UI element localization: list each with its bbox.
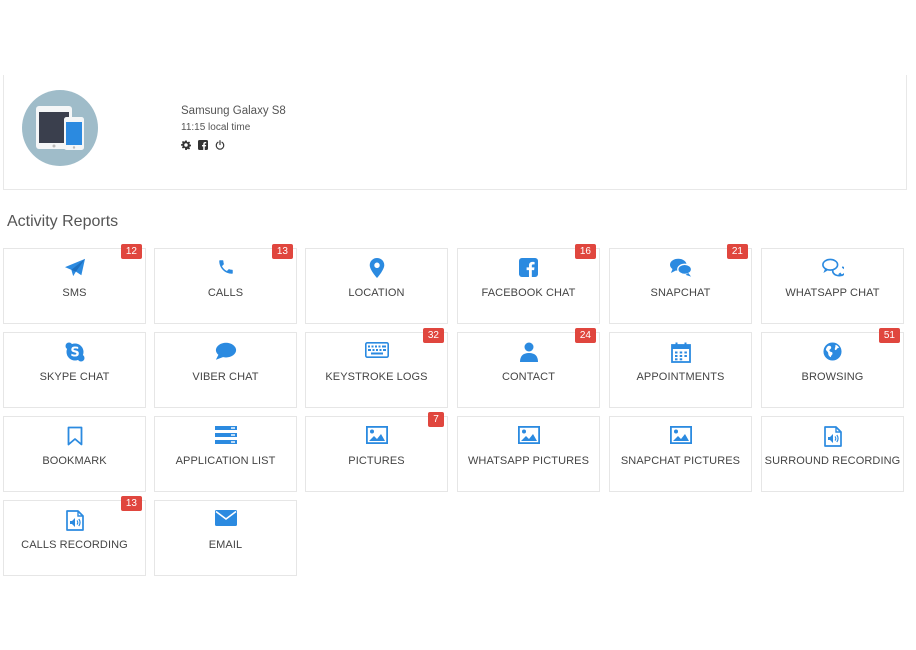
comments-icon [610, 258, 751, 278]
bookmark-icon [4, 426, 145, 446]
facebook-icon[interactable] [198, 137, 210, 150]
count-badge: 24 [574, 328, 596, 343]
tile-facebook-chat[interactable]: FACEBOOK CHAT 16 [457, 244, 600, 324]
tile-browsing[interactable]: BROWSING 51 [761, 328, 904, 408]
image-icon [458, 426, 599, 446]
tile-calls[interactable]: CALLS 13 [154, 244, 297, 324]
tile-label: BROWSING [801, 371, 864, 383]
tile-whatsapp-pictures[interactable]: WHATSAPP PICTURES [457, 416, 600, 492]
audio-file-icon [762, 426, 903, 447]
phone-icon [155, 258, 296, 278]
tile-label: FACEBOOK CHAT [481, 287, 576, 299]
tile-surround-recording[interactable]: SURROUND RECORDING [761, 416, 904, 492]
user-icon [458, 342, 599, 362]
tile-snapchat-pictures[interactable]: SNAPCHAT PICTURES [609, 416, 752, 492]
device-info: Samsung Galaxy S8 11:15 local time [181, 104, 286, 151]
tile-label: LOCATION [348, 287, 405, 299]
tile-label: WHATSAPP CHAT [785, 287, 880, 299]
tile-label: CONTACT [501, 371, 556, 383]
tile-viber-chat[interactable]: VIBER CHAT [154, 332, 297, 408]
tile-label: SKYPE CHAT [39, 371, 110, 383]
device-card: Samsung Galaxy S8 11:15 local time [3, 75, 907, 190]
tile-label: CALLS RECORDING [21, 539, 128, 551]
skype-icon: S [4, 342, 145, 362]
tile-label: APPLICATION LIST [175, 455, 276, 467]
tile-contact[interactable]: CONTACT 24 [457, 328, 600, 408]
keyboard-icon [306, 342, 447, 362]
section-title: Activity Reports [7, 213, 119, 230]
tile-label: KEYSTROKE LOGS [325, 371, 428, 383]
tile-label: CALLS [207, 287, 244, 299]
tile-label: SMS [62, 287, 87, 299]
tile-sms[interactable]: SMS 12 [3, 244, 146, 324]
list-icon [155, 426, 296, 446]
tile-label: SNAPCHAT PICTURES [620, 455, 741, 467]
count-badge: 7 [428, 412, 444, 427]
calendar-icon [610, 342, 751, 363]
facebook-icon [458, 258, 599, 278]
tile-label: VIBER CHAT [192, 371, 259, 383]
devices-icon [22, 90, 98, 166]
device-actions [181, 137, 286, 151]
tile-pictures[interactable]: PICTURES 7 [305, 412, 448, 492]
tile-email[interactable]: EMAIL [154, 500, 297, 576]
tile-skype-chat[interactable]: S SKYPE CHAT [3, 332, 146, 408]
tile-bookmark[interactable]: BOOKMARK [3, 416, 146, 492]
tile-label: PICTURES [348, 455, 405, 467]
tile-label: APPOINTMENTS [636, 371, 725, 383]
tile-location[interactable]: LOCATION [305, 248, 448, 324]
count-badge: 13 [271, 244, 293, 259]
tile-whatsapp-chat[interactable]: WHATSAPP CHAT [761, 248, 904, 324]
power-icon[interactable] [215, 137, 227, 150]
chat-bubble-icon [155, 342, 296, 362]
tile-appointments[interactable]: APPOINTMENTS [609, 332, 752, 408]
count-badge: 13 [120, 496, 142, 511]
map-pin-icon [306, 258, 447, 278]
tile-application-list[interactable]: APPLICATION LIST [154, 416, 297, 492]
svg-text:S: S [70, 346, 79, 361]
count-badge: 21 [726, 244, 748, 259]
envelope-icon [155, 510, 296, 530]
count-badge: 51 [878, 328, 900, 343]
count-badge: 16 [574, 244, 596, 259]
tile-label: SNAPCHAT [650, 287, 711, 299]
tile-calls-recording[interactable]: CALLS RECORDING 13 [3, 496, 146, 576]
audio-file-icon [4, 510, 145, 531]
count-badge: 12 [120, 244, 142, 259]
tile-keystroke-logs[interactable]: KEYSTROKE LOGS 32 [305, 328, 448, 408]
tile-label: EMAIL [208, 539, 243, 551]
tile-snapchat[interactable]: SNAPCHAT 21 [609, 244, 752, 324]
tile-label: WHATSAPP PICTURES [467, 455, 590, 467]
tile-label: BOOKMARK [42, 455, 107, 467]
image-icon [610, 426, 751, 446]
comments-outline-icon [762, 258, 903, 278]
gear-icon[interactable] [181, 137, 193, 151]
image-icon [306, 426, 447, 446]
count-badge: 32 [422, 328, 444, 343]
device-time: 11:15 local time [181, 122, 251, 133]
globe-icon [762, 342, 903, 362]
device-name: Samsung Galaxy S8 [181, 105, 286, 117]
tile-label: SURROUND RECORDING [764, 455, 901, 467]
send-icon [4, 258, 145, 278]
